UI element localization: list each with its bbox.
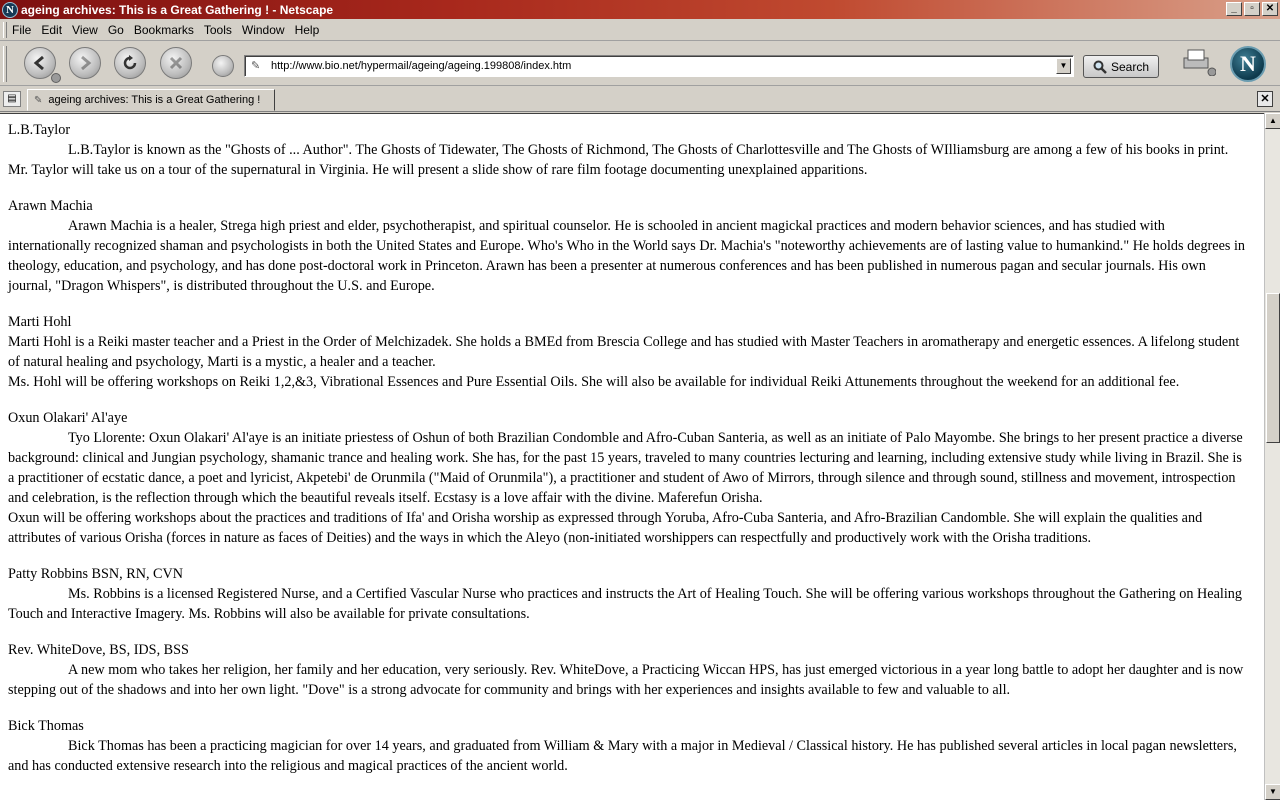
back-history-dropdown[interactable] [51, 73, 61, 83]
speaker-name: L.B.Taylor [8, 122, 71, 138]
search-button[interactable]: Search [1083, 55, 1159, 78]
entries-list: L.B.Taylor L.B.Taylor is known as the "Gh… [0, 114, 1264, 776]
speaker-bio-paragraph: L.B.Taylor is known as the "Ghosts of ..… [8, 142, 1229, 178]
reload-icon [123, 55, 137, 70]
speaker-bio-paragraph: Oxun will be offering workshops about th… [8, 510, 1203, 546]
speaker-name: Bick Thomas [8, 718, 84, 734]
speaker-bio-paragraph: Ms. Robbins is a licensed Registered Nur… [8, 586, 1242, 622]
toolbar-grip[interactable] [3, 46, 7, 82]
forward-arrow-icon [81, 55, 92, 71]
page-icon: ✎ [34, 94, 43, 106]
tab-label: ageing archives: This is a Great Gatheri… [48, 94, 261, 106]
print-button[interactable] [1180, 46, 1217, 77]
netscape-app-icon[interactable]: N [2, 1, 18, 18]
menu-bar: File Edit View Go Bookmarks Tools Window… [0, 19, 1280, 41]
stop-icon [169, 56, 183, 70]
menu-file[interactable]: File [7, 23, 36, 37]
speaker-bio-paragraph: Bick Thomas has been a practicing magici… [8, 738, 1237, 774]
scroll-thumb[interactable] [1266, 293, 1280, 443]
new-tab-button[interactable]: ▤ [3, 91, 21, 107]
url-history-dropdown[interactable] [212, 55, 234, 77]
menu-edit[interactable]: Edit [36, 23, 67, 37]
scroll-up-arrow[interactable]: ▲ [1265, 113, 1280, 129]
page-proxy-icon[interactable]: ✎ [251, 59, 265, 73]
tab-bar: ▤ ✎ ageing archives: This is a Great Gat… [0, 87, 1280, 112]
speaker-entry: Patty Robbins BSN, RN, CVN Ms. Robbins is… [8, 564, 1248, 624]
speaker-name: Marti Hohl [8, 314, 72, 330]
menu-tools[interactable]: Tools [199, 23, 237, 37]
url-bar[interactable]: ✎ http://www.bio.net/hypermail/ageing/ag… [244, 55, 1074, 77]
url-text[interactable]: http://www.bio.net/hypermail/ageing/agei… [271, 60, 571, 72]
close-tab-button[interactable]: ✕ [1257, 91, 1273, 107]
speaker-entry: Marti Hohl Marti Hohl is a Reiki master t… [8, 312, 1248, 392]
speaker-bio-paragraph: A new mom who takes her religion, her fa… [8, 662, 1244, 698]
speaker-bio-paragraph: Arawn Machia is a healer, Strega high pr… [8, 218, 1245, 294]
menu-go[interactable]: Go [103, 23, 129, 37]
url-dropdown-arrow[interactable]: ▼ [1056, 58, 1071, 74]
title-bar: N ageing archives: This is a Great Gathe… [0, 0, 1280, 19]
page-content: L.B.Taylor L.B.Taylor is known as the "Gh… [0, 113, 1264, 800]
speaker-bio-paragraph: Tyo Llorente: Oxun Olakari' Al'aye is an… [8, 430, 1243, 506]
speaker-entry: Bick Thomas Bick Thomas has been a practi… [8, 716, 1248, 776]
window-title: ageing archives: This is a Great Gatheri… [21, 2, 334, 17]
window-controls: _ ▫ ✕ [1226, 2, 1278, 16]
vertical-scrollbar[interactable]: ▲ ▼ [1264, 113, 1280, 800]
reload-button[interactable] [114, 47, 146, 79]
speaker-entry: Rev. WhiteDove, BS, IDS, BSS A new mom wh… [8, 640, 1248, 700]
magnifier-icon [1093, 60, 1107, 74]
speaker-name: Rev. WhiteDove, BS, IDS, BSS [8, 642, 189, 658]
search-button-label: Search [1110, 59, 1150, 74]
menu-bookmarks[interactable]: Bookmarks [129, 23, 199, 37]
close-window-button[interactable]: ✕ [1262, 2, 1278, 16]
maximize-button[interactable]: ▫ [1244, 2, 1260, 16]
stop-button[interactable] [160, 47, 192, 79]
forward-button[interactable] [69, 47, 101, 79]
minimize-button[interactable]: _ [1226, 2, 1242, 16]
menu-help[interactable]: Help [290, 23, 325, 37]
scroll-down-arrow[interactable]: ▼ [1265, 784, 1280, 800]
netscape-logo[interactable]: N [1230, 46, 1266, 82]
speaker-entry: L.B.Taylor L.B.Taylor is known as the "Gh… [8, 120, 1248, 180]
menu-window[interactable]: Window [237, 23, 290, 37]
speaker-name: Arawn Machia [8, 198, 93, 214]
tab-current[interactable]: ✎ ageing archives: This is a Great Gathe… [27, 89, 275, 111]
speaker-name: Patty Robbins BSN, RN, CVN [8, 566, 184, 582]
printer-icon [1183, 49, 1217, 77]
speaker-bio-paragraph: Marti Hohl is a Reiki master teacher and… [8, 334, 1240, 370]
speaker-entry: Oxun Olakari' Al'aye Tyo Llorente: Oxun O… [8, 408, 1248, 548]
speaker-bio-paragraph: Ms. Hohl will be offering workshops on R… [8, 374, 1180, 390]
speaker-entry: Arawn Machia Arawn Machia is a healer, St… [8, 196, 1248, 296]
menu-view[interactable]: View [67, 23, 103, 37]
speaker-name: Oxun Olakari' Al'aye [8, 410, 128, 426]
back-arrow-icon [33, 55, 44, 71]
